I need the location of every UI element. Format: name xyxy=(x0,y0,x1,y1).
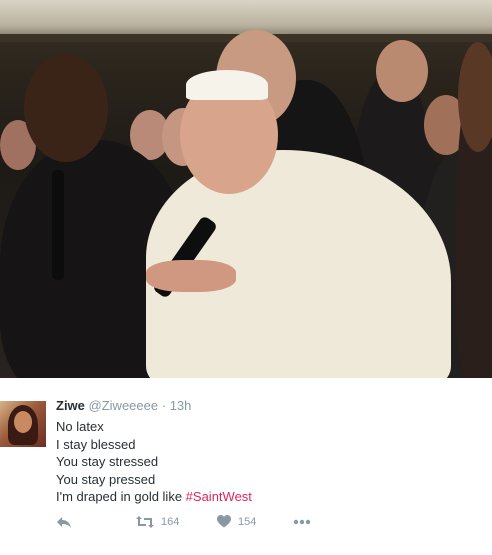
retweet-icon xyxy=(136,516,154,528)
hashtag-link[interactable]: #SaintWest xyxy=(186,489,252,504)
timestamp[interactable]: 13h xyxy=(170,398,192,413)
avatar-face xyxy=(14,411,32,433)
separator: · xyxy=(161,398,167,413)
author-handle[interactable]: @Ziweeeee xyxy=(89,398,159,413)
avatar[interactable] xyxy=(0,401,46,447)
tweet: Ziwe @Ziweeeee · 13h No latex I stay ble… xyxy=(0,378,492,555)
reply-icon xyxy=(57,517,71,528)
tweet-line: You stay stressed xyxy=(56,454,159,469)
tweet-line: I'm draped in gold like #SaintWest xyxy=(56,488,252,506)
heart-icon xyxy=(217,515,231,528)
tweet-line: I stay blessed xyxy=(56,436,136,452)
priest-head xyxy=(24,54,108,162)
tweet-line: No latex xyxy=(56,419,104,434)
zucchetto-icon xyxy=(186,70,268,100)
tweet-text: No latex I stay blessed You stay stresse… xyxy=(56,418,252,506)
retweet-count: 164 xyxy=(161,516,180,528)
author-name[interactable]: Ziwe xyxy=(56,398,85,413)
tweet-line-text: I'm draped in gold like xyxy=(56,489,186,504)
tweet-line: You stay pressed xyxy=(56,471,156,487)
tweet-actions: 164 154 xyxy=(56,515,356,535)
reply-button[interactable] xyxy=(56,515,72,529)
tweet-photo[interactable] xyxy=(0,0,492,378)
more-button[interactable] xyxy=(293,519,311,525)
more-icon xyxy=(293,519,311,525)
like-button[interactable]: 154 xyxy=(217,515,256,528)
background-person-head xyxy=(458,42,492,152)
like-count: 154 xyxy=(238,515,257,528)
background-person-head xyxy=(376,40,428,102)
hand xyxy=(146,260,236,292)
tweet-header: Ziwe @Ziweeeee · 13h xyxy=(56,398,191,413)
microphone-icon xyxy=(52,170,64,280)
retweet-button[interactable]: 164 xyxy=(136,515,179,529)
